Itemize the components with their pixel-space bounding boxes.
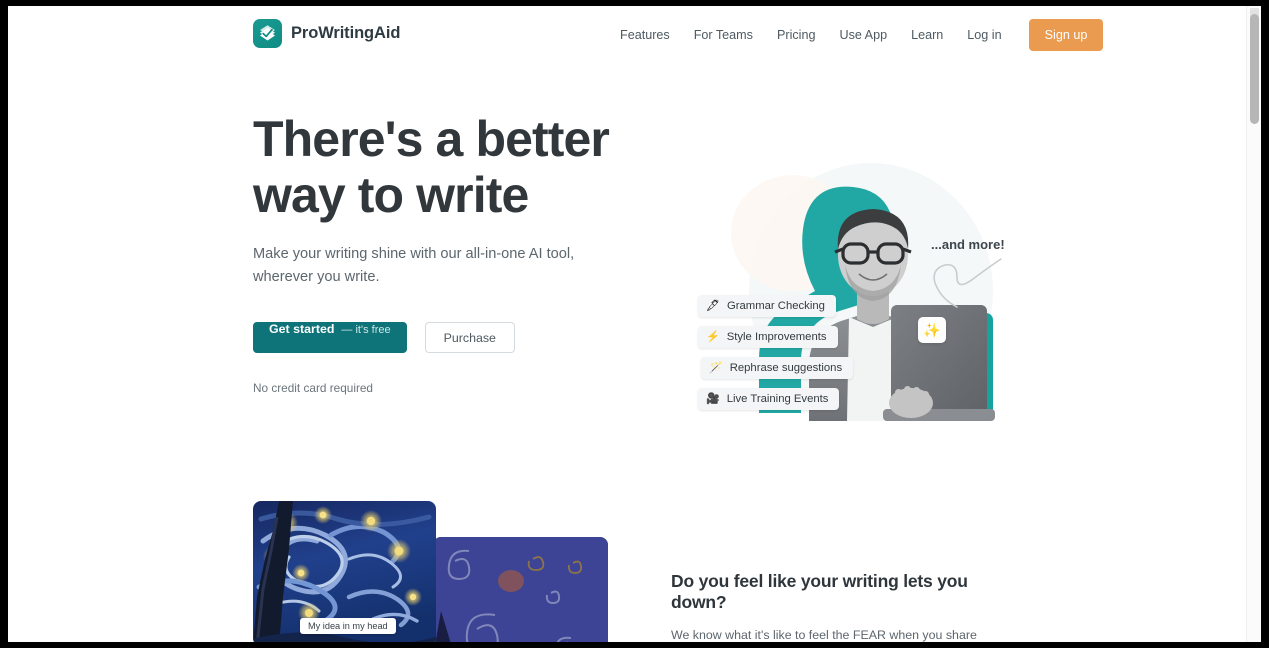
feature-chip-style-improvements[interactable]: ⚡ Style Improvements <box>698 326 838 348</box>
nav-item-pricing[interactable]: Pricing <box>765 22 828 48</box>
lower-section-body: We know what it's like to feel the FEAR … <box>671 628 977 642</box>
video-camera-icon: 🎥 <box>706 392 720 405</box>
browser-viewport: ProWritingAid Features For Teams Pricing… <box>8 6 1261 642</box>
get-started-sublabel: — it's free <box>341 324 391 336</box>
feature-chip-label: Grammar Checking <box>726 300 825 312</box>
and-more-label: ...and more! <box>931 237 1005 252</box>
page-scrollbar[interactable] <box>1246 6 1261 642</box>
page-content: ProWritingAid Features For Teams Pricing… <box>8 6 1246 642</box>
site-header: ProWritingAid Features For Teams Pricing… <box>8 6 1246 63</box>
feature-chip-label: Live Training Events <box>726 393 829 405</box>
nav-item-use-app[interactable]: Use App <box>827 22 899 48</box>
nav-item-for-teams[interactable]: For Teams <box>682 22 765 48</box>
feature-chip-label: Style Improvements <box>726 331 827 343</box>
purchase-button[interactable]: Purchase <box>424 322 515 353</box>
get-started-label: Get started <box>269 322 335 336</box>
lower-copy-block: Do you feel like your writing lets you d… <box>671 571 1026 642</box>
main-navigation: Features For Teams Pricing Use App Learn… <box>608 6 1104 63</box>
feature-chip-live-training-events[interactable]: 🎥 Live Training Events <box>698 388 840 410</box>
get-started-button[interactable]: Get started — it's free <box>253 322 407 353</box>
stacked-pages-logo-icon <box>253 19 282 48</box>
nav-item-features[interactable]: Features <box>608 22 682 48</box>
feature-chip-rephrase-suggestions[interactable]: 🪄 Rephrase suggestions <box>701 357 854 379</box>
hero-copy-block: There's a better way to write Make your … <box>253 111 653 395</box>
no-credit-card-note: No credit card required <box>253 381 373 395</box>
hero-illustration: ...and more! ✨ 🖋 Grammar Checking ⚡ Styl… <box>673 113 1033 443</box>
idea-caption-label: My idea in my head <box>300 618 396 634</box>
sparkle-icon: ✨ <box>923 321 941 338</box>
hero-subheadline: Make your writing shine with our all-in-… <box>253 246 575 285</box>
writing-lets-you-down-section: My idea in my head Do you feel like your… <box>8 483 1246 642</box>
hero-cta-row: Get started — it's free Purchase <box>253 322 653 353</box>
sign-up-button[interactable]: Sign up <box>1028 18 1104 51</box>
feature-chip-label: Rephrase suggestions <box>729 362 843 374</box>
brand-logo-link[interactable]: ProWritingAid <box>253 19 400 48</box>
brand-name: ProWritingAid <box>291 24 401 42</box>
magic-wand-icon: 🪄 <box>709 361 723 374</box>
nav-item-log-in[interactable]: Log in <box>955 22 1013 48</box>
pen-icon: 🖋 <box>706 299 720 312</box>
lightning-icon: ⚡ <box>706 330 720 343</box>
sparkle-chip: ✨ <box>918 317 946 343</box>
nav-item-learn[interactable]: Learn <box>899 22 955 48</box>
lower-section-heading: Do you feel like your writing lets you d… <box>671 571 968 612</box>
hero-section: There's a better way to write Make your … <box>8 63 1246 483</box>
hero-headline: There's a better way to write <box>253 111 610 223</box>
scrollbar-thumb[interactable] <box>1250 14 1259 124</box>
feature-chip-grammar-checking[interactable]: 🖋 Grammar Checking <box>698 295 836 317</box>
plain-blue-doodle-card <box>433 537 608 642</box>
artwork-comparison-group: My idea in my head <box>253 501 608 642</box>
